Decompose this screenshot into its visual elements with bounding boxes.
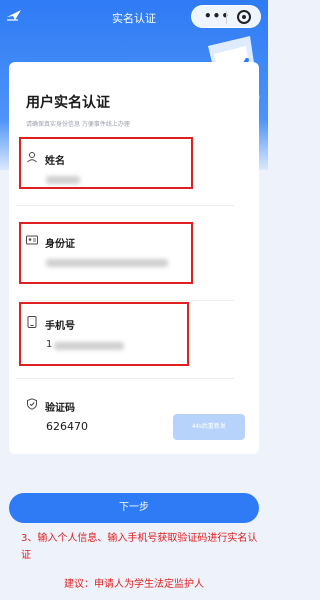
capsule-divider (226, 11, 227, 24)
shield-check-icon (27, 398, 37, 410)
mini-program-capsule: ••• (191, 5, 261, 28)
name-highlight-box (19, 137, 193, 189)
code-label: 验证码 (45, 403, 75, 414)
id-highlight-box (19, 222, 193, 284)
guardian-hint: 建议：申请人为学生法定监护人 (64, 579, 204, 590)
card-subtitle: 请确保真实身份信息 方便事件线上办理 (26, 121, 130, 128)
next-button[interactable]: 下一步 (9, 493, 259, 523)
code-input[interactable]: 626470 (46, 420, 88, 433)
instruction-annotation: 3、输入个人信息、输入手机号获取验证码进行实名认证 (21, 533, 258, 561)
field-divider (17, 205, 234, 206)
card-title: 用户实名认证 (26, 95, 110, 111)
field-divider (17, 300, 234, 301)
close-miniprogram-icon[interactable] (237, 10, 251, 24)
field-divider (17, 378, 234, 379)
resend-code-button[interactable]: 44s后重新发 (173, 414, 245, 440)
phone-highlight-box (19, 302, 189, 366)
